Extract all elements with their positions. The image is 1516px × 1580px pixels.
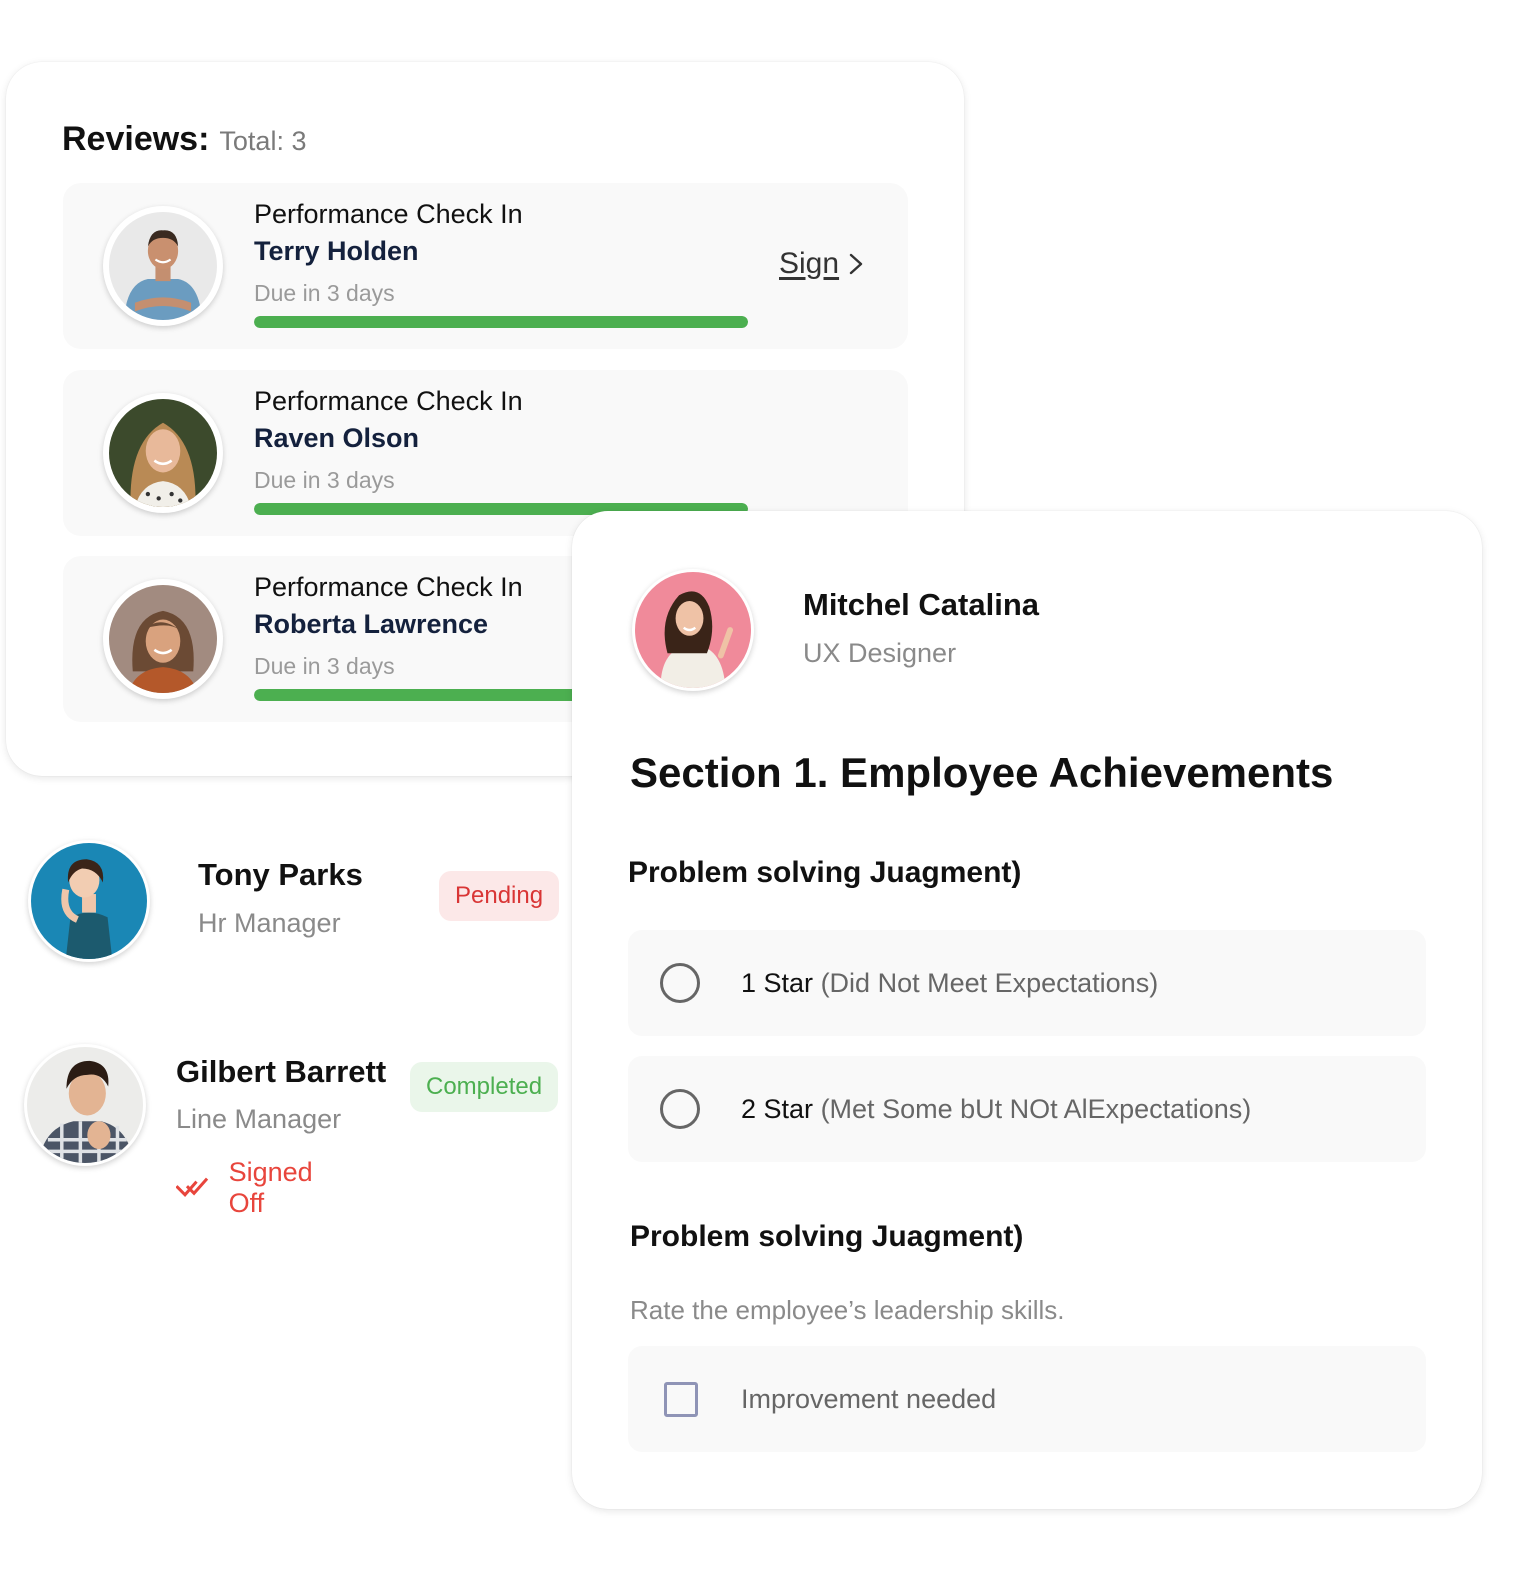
review-progress-bar [254,316,748,328]
review-item[interactable]: Performance Check In Terry Holden Due in… [63,183,908,349]
radio-button[interactable] [660,963,700,1003]
avatar-photo-roberta-lawrence [109,585,217,693]
person-photo-icon [635,572,751,688]
person-photo-icon [109,212,217,320]
review-employee-name: Terry Holden [254,236,419,266]
reviews-header: Reviews: Total: 3 [62,120,306,159]
option-label: Improvement needed [741,1384,996,1415]
review-type: Performance Check In [254,386,523,416]
option-label: 2 Star (Met Some bUt NOt AlExpectations) [741,1094,1251,1125]
sign-label: Sign [779,247,840,280]
review-employee-name: Raven Olson [254,423,420,453]
status-badge-completed: Completed [410,1062,559,1112]
signed-off-indicator: Signed Off [176,1157,324,1219]
signed-off-label: Signed Off [228,1157,313,1218]
avatar [28,840,150,962]
avatar-photo-mitchel-catalina [635,572,751,688]
avatar-photo-raven-olson [109,399,217,507]
person-photo-icon [31,843,147,959]
rating-option-1-star[interactable]: 1 Star (Did Not Meet Expectations) [628,930,1426,1036]
status-badge-pending: Pending [439,871,560,921]
review-type: Performance Check In [254,199,523,229]
review-due-date: Due in 3 days [254,280,395,306]
option-label-main: 1 Star [741,967,814,998]
reviews-title: Reviews: [62,120,210,158]
improvement-needed-option[interactable]: Improvement needed [628,1346,1426,1452]
person-photo-icon [109,585,217,693]
sign-button[interactable]: Sign [779,247,863,281]
approver-name: Gilbert Barrett [176,1054,387,1089]
question-title: Problem solving Juagment) [630,1220,1024,1253]
employee-name: Mitchel Catalina [803,587,1039,622]
option-label-main: 2 Star [741,1093,814,1124]
avatar [103,579,223,699]
approver-name: Tony Parks [198,857,363,892]
review-type: Performance Check In [254,572,523,602]
avatar-photo-terry-holden [109,212,217,320]
avatar-photo-gilbert-barrett [27,1047,143,1163]
avatar [24,1044,146,1166]
review-employee-name: Roberta Lawrence [254,609,489,639]
rating-option-2-star[interactable]: 2 Star (Met Some bUt NOt AlExpectations) [628,1056,1426,1162]
avatar [103,206,223,326]
radio-button[interactable] [660,1089,700,1129]
option-label-note: (Did Not Meet Expectations) [820,967,1159,998]
chevron-right-icon [849,253,863,275]
section-title: Section 1. Employee Achievements [630,749,1334,796]
option-label-main: Improvement needed [741,1383,997,1414]
person-photo-icon [109,399,217,507]
avatar [632,569,754,691]
reviews-total-count: Total: 3 [219,126,307,156]
review-progress-fill [254,316,748,328]
avatar-photo-tony-parks [31,843,147,959]
review-due-date: Due in 3 days [254,653,395,679]
option-label: 1 Star (Did Not Meet Expectations) [741,968,1158,999]
person-photo-icon [27,1047,143,1163]
double-check-icon [176,1177,209,1197]
question-description: Rate the employee’s leadership skills. [630,1295,1065,1325]
approver-role: Line Manager [176,1104,342,1134]
approver-role: Hr Manager [198,908,341,938]
review-due-date: Due in 3 days [254,467,395,493]
option-label-note: (Met Some bUt NOt AlExpectations) [820,1093,1252,1124]
evaluation-card: Mitchel Catalina UX Designer Section 1. … [572,511,1482,1509]
avatar [103,393,223,513]
checkbox[interactable] [664,1381,698,1417]
question-title: Problem solving Juagment) [628,856,1022,889]
employee-role: UX Designer [803,638,957,668]
